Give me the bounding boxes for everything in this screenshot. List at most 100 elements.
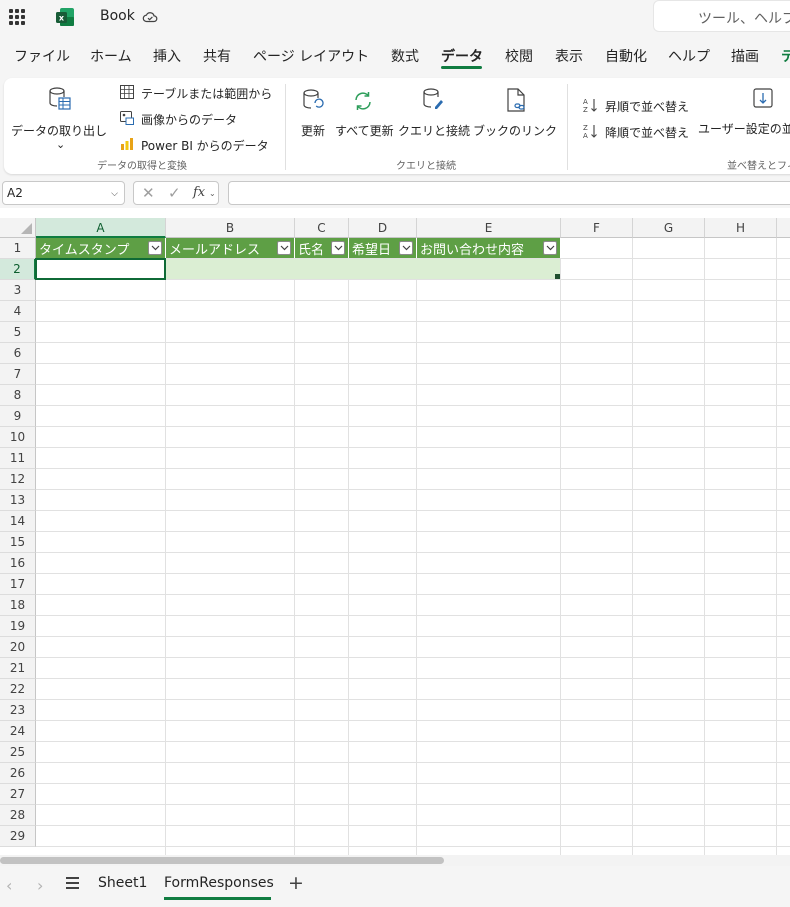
add-sheet-icon[interactable]: + (288, 872, 304, 894)
table-header-cell[interactable]: お問い合わせ内容 (417, 238, 561, 258)
column-header-d[interactable]: D (349, 218, 417, 238)
sort-descending-button[interactable]: 降順で並べ替え (605, 124, 689, 141)
row-header[interactable]: 4 (0, 301, 36, 322)
row-header[interactable]: 29 (0, 826, 36, 847)
tab-page-layout[interactable]: ページ レイアウト (253, 46, 369, 66)
table-header-cell[interactable]: 氏名 (295, 238, 349, 258)
ribbon-separator (567, 84, 568, 170)
tab-data[interactable]: データ (441, 46, 483, 66)
tab-table-design[interactable]: テ (781, 46, 790, 66)
row-header[interactable]: 21 (0, 658, 36, 679)
row-header[interactable]: 12 (0, 469, 36, 490)
row-header[interactable]: 18 (0, 595, 36, 616)
tab-share[interactable]: 共有 (203, 46, 231, 66)
row-header[interactable]: 6 (0, 343, 36, 364)
from-image-button[interactable]: 画像からのデータ (141, 111, 237, 128)
tab-help[interactable]: ヘルプ (668, 46, 710, 66)
formula-input[interactable] (228, 181, 790, 205)
column-header-h[interactable]: H (705, 218, 777, 238)
row-header[interactable]: 23 (0, 700, 36, 721)
get-data-button[interactable]: データの取り出し (11, 122, 107, 139)
search-box[interactable]: ツール、ヘルプ (653, 0, 790, 32)
chevron-down-icon[interactable]: ⌄ (209, 189, 216, 198)
tab-review[interactable]: 校閲 (505, 46, 533, 66)
row-header[interactable]: 8 (0, 385, 36, 406)
name-box[interactable]: A2 ⌵ (2, 181, 125, 205)
row-header[interactable]: 25 (0, 742, 36, 763)
row-header[interactable]: 16 (0, 553, 36, 574)
row-header[interactable]: 3 (0, 280, 36, 301)
worksheet-grid[interactable]: A B C D E F G H 1 2 3 4 5 6 7 8 9 10 11 12 13 14 15 16 1… (0, 208, 790, 855)
all-sheets-menu-icon[interactable] (66, 877, 80, 889)
row-header[interactable]: 14 (0, 511, 36, 532)
tab-view[interactable]: 表示 (555, 46, 583, 66)
row-header[interactable]: 17 (0, 574, 36, 595)
from-table-range-button[interactable]: テーブルまたは範囲から (141, 85, 272, 102)
gridline (36, 363, 790, 364)
filter-dropdown-icon[interactable] (331, 241, 345, 255)
sheet-tab-formresponses[interactable]: FormResponses (164, 875, 274, 891)
tab-automate[interactable]: 自動化 (605, 46, 647, 66)
refresh-button[interactable]: 更新 (301, 122, 325, 139)
horizontal-scrollbar-thumb[interactable] (0, 857, 444, 864)
workbook-links-button[interactable]: ブックのリンク (473, 122, 557, 139)
get-data-chevron-icon[interactable]: ⌄ (56, 138, 65, 151)
row-header[interactable]: 5 (0, 322, 36, 343)
chevron-left-icon[interactable]: ‹ (6, 876, 12, 895)
tab-file[interactable]: ファイル (14, 46, 70, 66)
chevron-down-icon[interactable]: ⌵ (111, 189, 118, 199)
table-range-icon (120, 85, 134, 99)
column-header-e[interactable]: E (417, 218, 561, 238)
column-header-a[interactable]: A (36, 218, 166, 238)
column-header-f[interactable]: F (561, 218, 633, 238)
custom-sort-button[interactable]: ユーザー設定の並 (698, 120, 790, 137)
row-header[interactable]: 7 (0, 364, 36, 385)
table-header-cell[interactable]: タイムスタンプ (36, 238, 166, 258)
row-header[interactable]: 11 (0, 448, 36, 469)
active-cell-a2[interactable] (35, 258, 166, 280)
table-header-cell[interactable]: メールアドレス (166, 238, 295, 258)
column-header-c[interactable]: C (295, 218, 349, 238)
column-header-g[interactable]: G (633, 218, 705, 238)
filter-dropdown-icon[interactable] (543, 241, 557, 255)
table-header-cell[interactable]: 希望日 (349, 238, 417, 258)
row-header[interactable]: 24 (0, 721, 36, 742)
tab-formulas[interactable]: 数式 (391, 46, 419, 66)
row-header[interactable]: 15 (0, 532, 36, 553)
app-launcher-icon[interactable] (9, 9, 25, 25)
row-header[interactable]: 22 (0, 679, 36, 700)
row-header[interactable]: 13 (0, 490, 36, 511)
sheet-tab-sheet1[interactable]: Sheet1 (98, 875, 147, 891)
check-icon[interactable]: ✓ (168, 184, 181, 202)
sort-ascending-icon: A Z (583, 98, 597, 113)
table-header-label: 氏名 (298, 243, 325, 258)
document-title[interactable]: Book (100, 8, 135, 24)
table-resize-handle[interactable] (555, 274, 560, 279)
row-header[interactable]: 10 (0, 427, 36, 448)
filter-dropdown-icon[interactable] (277, 241, 291, 255)
queries-connections-button[interactable]: クエリと接続 (398, 122, 470, 139)
row-header[interactable]: 1 (0, 238, 36, 259)
refresh-all-button[interactable]: すべて更新 (335, 122, 394, 139)
from-power-bi-button[interactable]: Power BI からのデータ (141, 137, 269, 154)
cloud-sync-icon[interactable] (142, 9, 158, 25)
column-header-b[interactable]: B (166, 218, 295, 238)
filter-dropdown-icon[interactable] (148, 241, 162, 255)
tab-draw[interactable]: 描画 (731, 46, 759, 66)
tab-home[interactable]: ホーム (90, 46, 132, 66)
row-header[interactable]: 9 (0, 406, 36, 427)
select-all-button[interactable] (0, 218, 36, 238)
chevron-right-icon[interactable]: › (37, 876, 43, 895)
gridline (36, 468, 790, 469)
row-header[interactable]: 26 (0, 763, 36, 784)
row-header[interactable]: 28 (0, 805, 36, 826)
cancel-icon[interactable]: ✕ (142, 184, 155, 202)
row-header[interactable]: 2 (0, 259, 36, 280)
filter-dropdown-icon[interactable] (399, 241, 413, 255)
tab-insert[interactable]: 挿入 (153, 46, 181, 66)
insert-function-icon[interactable]: fx (193, 185, 205, 200)
row-header[interactable]: 19 (0, 616, 36, 637)
row-header[interactable]: 20 (0, 637, 36, 658)
sort-ascending-button[interactable]: 昇順で並べ替え (605, 98, 689, 115)
row-header[interactable]: 27 (0, 784, 36, 805)
